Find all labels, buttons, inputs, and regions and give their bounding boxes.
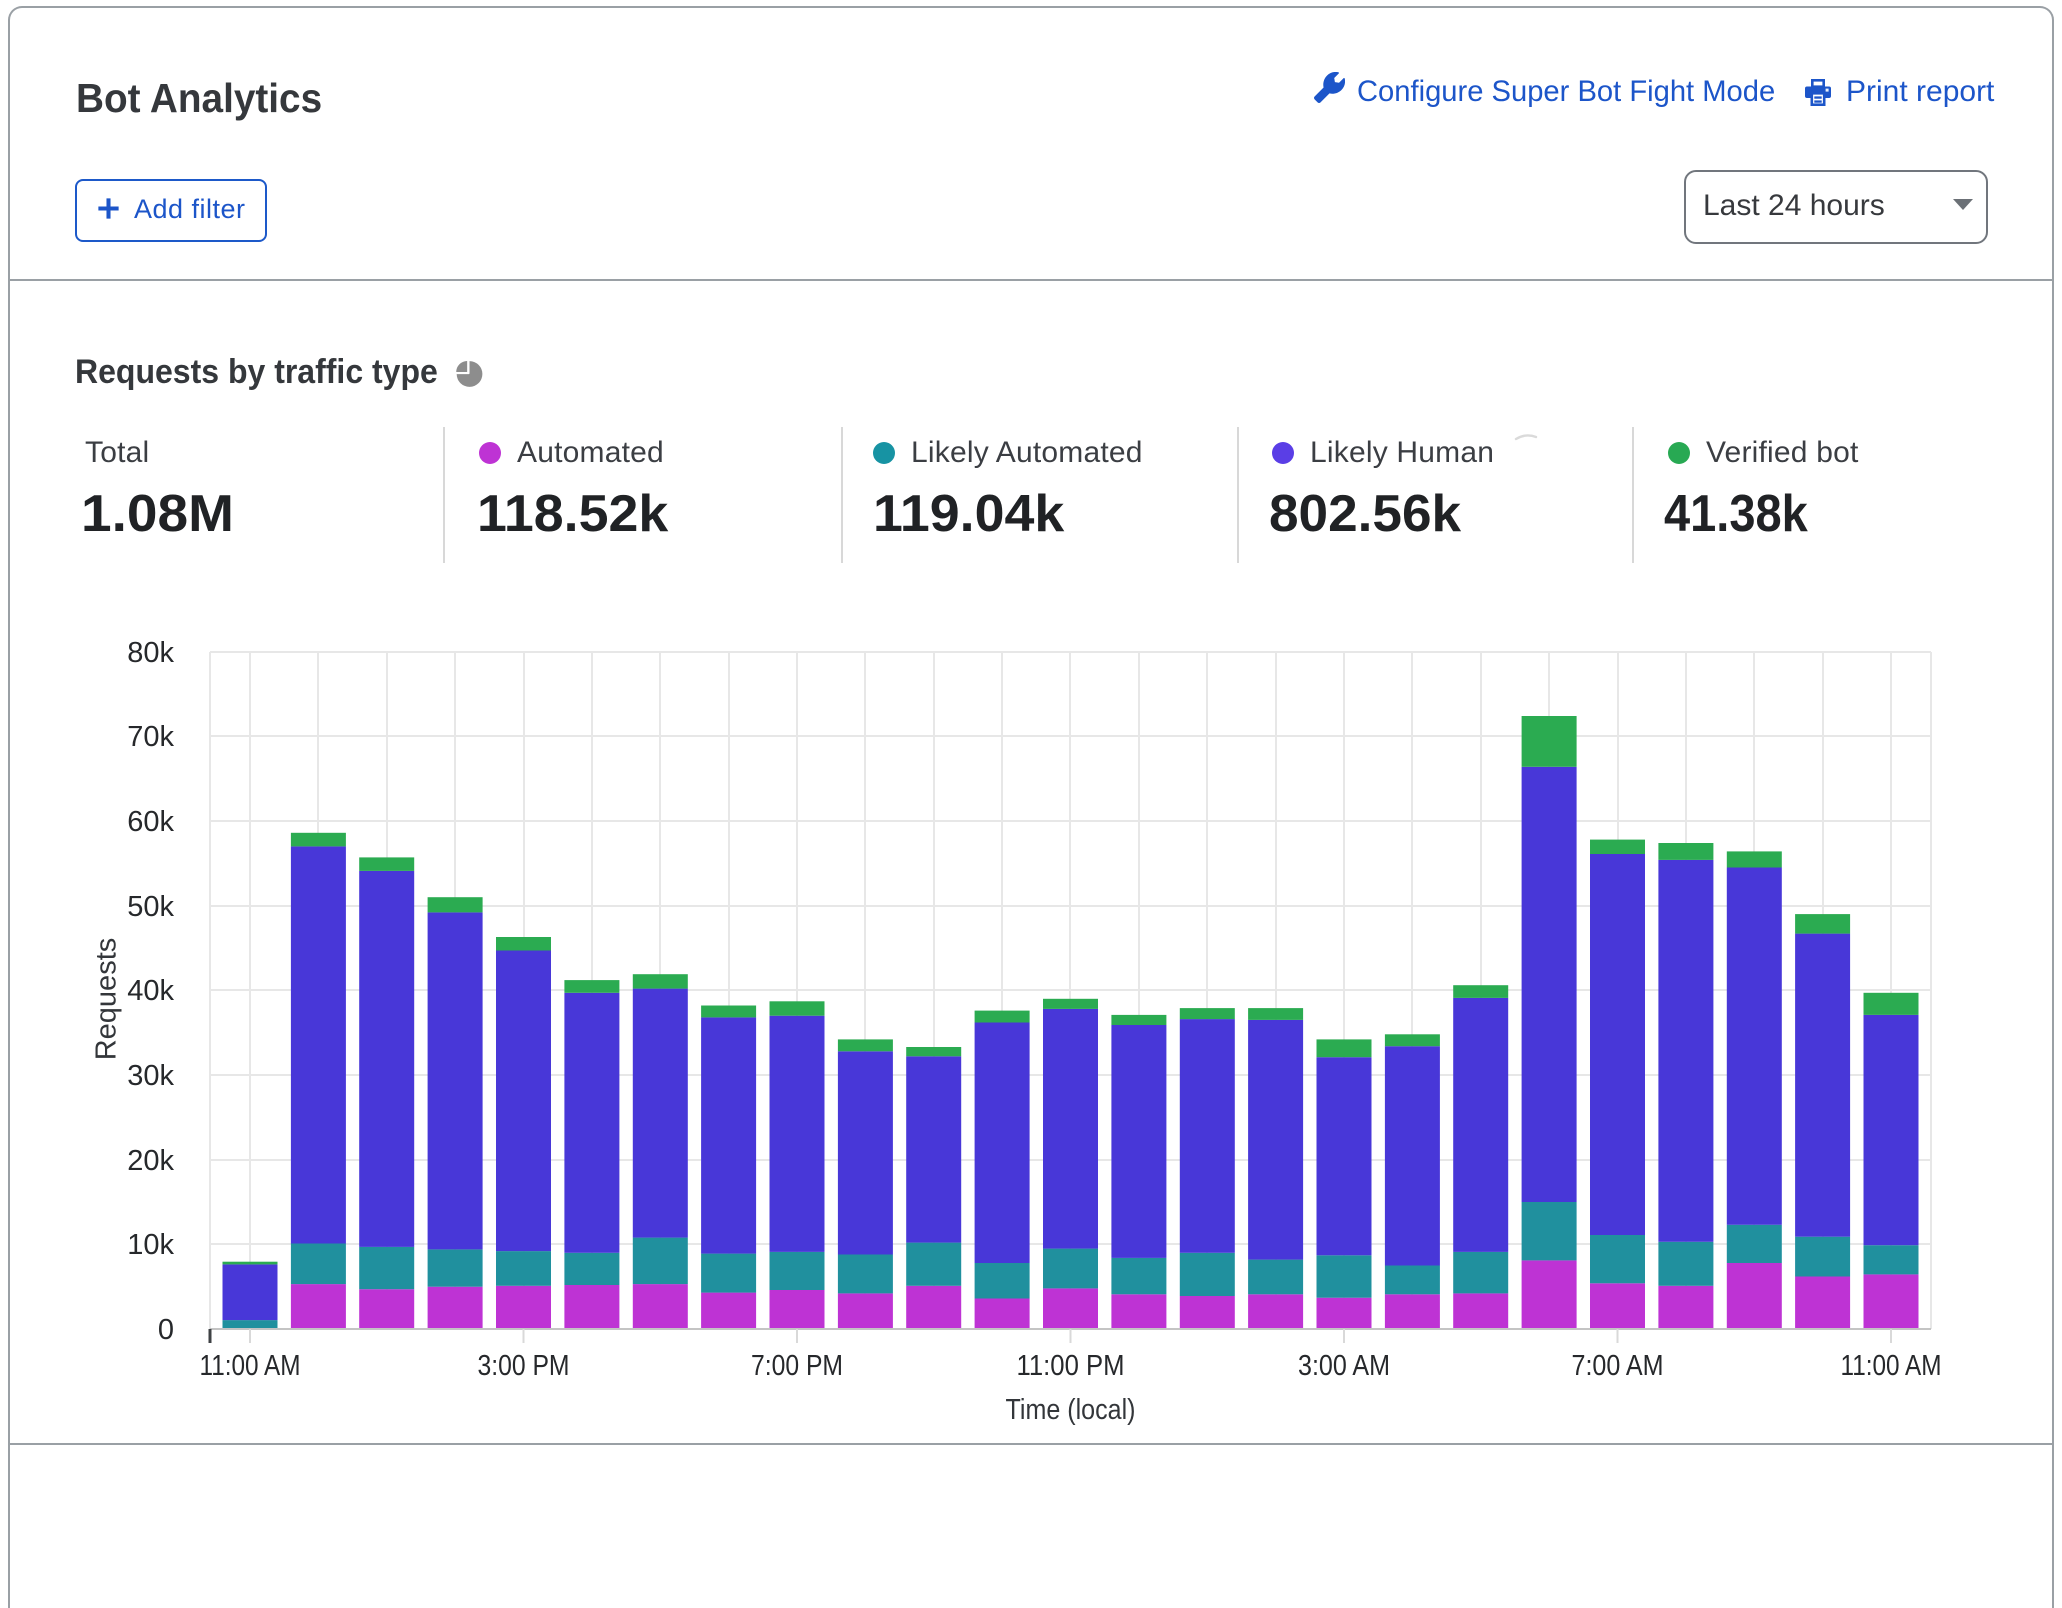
svg-text:0: 0 (158, 1314, 174, 1346)
svg-text:7:00 AM: 7:00 AM (1572, 1350, 1664, 1382)
svg-text:Requests: Requests (91, 938, 123, 1061)
svg-text:70k: 70k (127, 721, 174, 753)
svg-text:7:00 PM: 7:00 PM (751, 1350, 843, 1382)
svg-text:3:00 PM: 3:00 PM (478, 1350, 570, 1382)
svg-text:80k: 80k (127, 637, 174, 669)
svg-text:50k: 50k (127, 891, 174, 923)
svg-text:11:00 PM: 11:00 PM (1017, 1350, 1125, 1382)
svg-text:10k: 10k (127, 1229, 174, 1261)
svg-text:30k: 30k (127, 1060, 174, 1092)
svg-text:60k: 60k (127, 806, 174, 838)
svg-text:40k: 40k (127, 975, 174, 1007)
svg-text:3:00 AM: 3:00 AM (1298, 1350, 1390, 1382)
svg-text:20k: 20k (127, 1145, 174, 1177)
svg-text:Time (local): Time (local) (1006, 1394, 1136, 1426)
svg-text:11:00 AM: 11:00 AM (1841, 1350, 1942, 1382)
svg-text:11:00 AM: 11:00 AM (200, 1350, 301, 1382)
